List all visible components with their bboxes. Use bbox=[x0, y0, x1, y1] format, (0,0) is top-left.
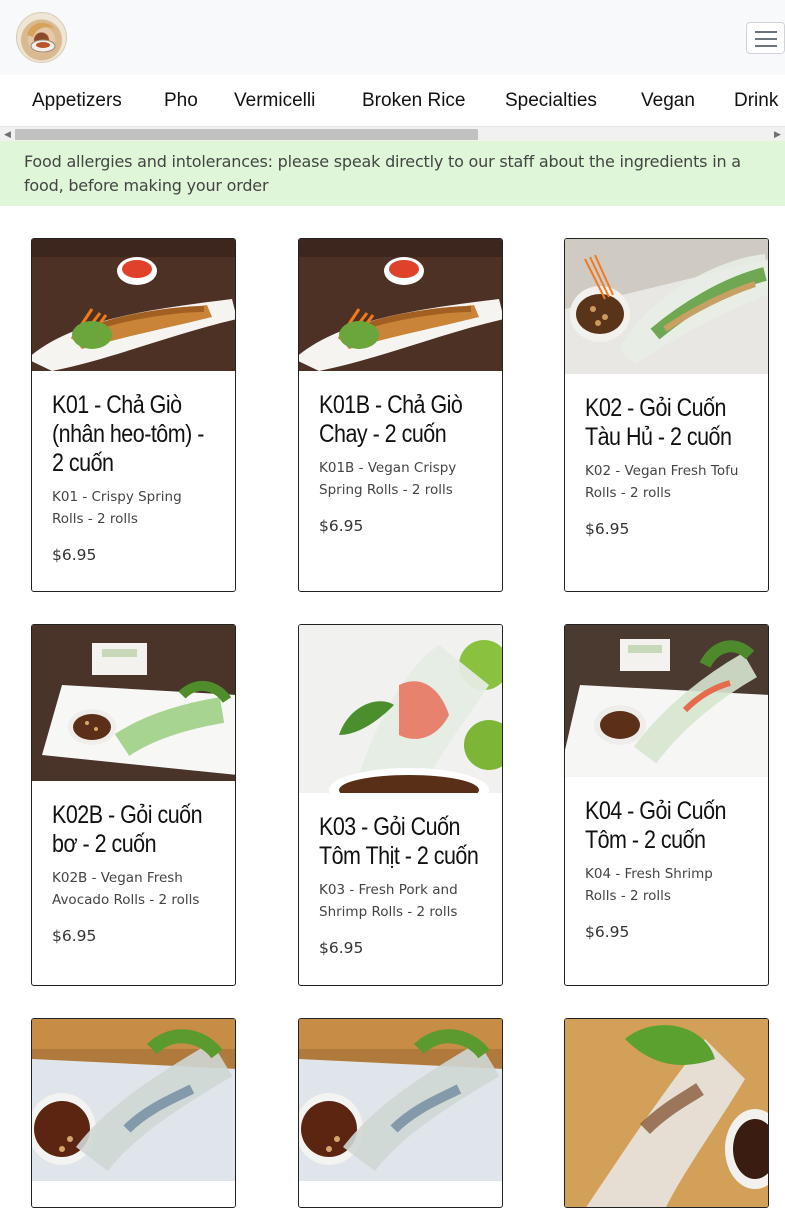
menu-card[interactable] bbox=[31, 1018, 236, 1208]
menu-card[interactable]: K03 - Gỏi Cuốn Tôm Thịt - 2 cuốn K03 - F… bbox=[298, 624, 503, 986]
hamburger-icon-line bbox=[755, 45, 777, 47]
food-image bbox=[32, 239, 235, 371]
menu-card[interactable]: K01 - Chả Giò (nhân heo-tôm) - 2 cuốn K0… bbox=[31, 238, 236, 592]
menu-card[interactable]: K02B - Gỏi cuốn bơ - 2 cuốn K02B - Vegan… bbox=[31, 624, 236, 986]
food-image bbox=[299, 1019, 502, 1181]
food-image bbox=[32, 1019, 235, 1181]
nav-item-specialties[interactable]: Specialties bbox=[505, 90, 597, 112]
allergy-notice: Food allergies and intolerances: please … bbox=[0, 141, 785, 206]
restaurant-logo[interactable] bbox=[16, 12, 67, 63]
menu-item-description: K04 - Fresh Shrimp Rolls - 2 rolls bbox=[585, 866, 713, 904]
food-image bbox=[32, 625, 235, 781]
menu-item-description: K01 - Crispy Spring Rolls - 2 rolls bbox=[52, 489, 182, 527]
menu-item-description: K02 - Vegan Fresh Tofu Rolls - 2 rolls bbox=[585, 463, 739, 501]
menu-card[interactable] bbox=[298, 1018, 503, 1208]
top-navbar bbox=[0, 0, 785, 75]
food-image bbox=[565, 239, 768, 374]
food-image bbox=[299, 239, 502, 371]
menu-item-price: $6.95 bbox=[319, 939, 364, 957]
category-nav: Appetizers Pho Vermicelli Broken Rice Sp… bbox=[0, 75, 785, 127]
nav-scrollbar[interactable]: ◀ ▶ bbox=[0, 126, 785, 141]
menu-item-description: K03 - Fresh Pork and Shrimp Rolls - 2 ro… bbox=[319, 882, 458, 920]
logo-art bbox=[27, 22, 56, 53]
nav-item-vermicelli[interactable]: Vermicelli bbox=[234, 90, 315, 112]
food-image bbox=[299, 625, 502, 793]
menu-card[interactable]: K02 - Gỏi Cuốn Tàu Hủ - 2 cuốn K02 - Veg… bbox=[564, 238, 769, 592]
food-image bbox=[565, 625, 768, 777]
nav-item-appetizers[interactable]: Appetizers bbox=[32, 90, 122, 112]
menu-item-description: K02B - Vegan Fresh Avocado Rolls - 2 rol… bbox=[52, 870, 200, 908]
nav-item-pho[interactable]: Pho bbox=[164, 90, 198, 112]
menu-item-title: K02 - Gỏi Cuốn Tàu Hủ - 2 cuốn bbox=[585, 394, 732, 451]
nav-item-broken-rice[interactable]: Broken Rice bbox=[362, 90, 466, 112]
hamburger-icon bbox=[755, 31, 777, 33]
menu-item-title: K03 - Gỏi Cuốn Tôm Thịt - 2 cuốn bbox=[319, 813, 479, 870]
scroll-left-icon[interactable]: ◀ bbox=[4, 129, 11, 140]
menu-item-title: K01B - Chả Giò Chay - 2 cuốn bbox=[319, 391, 463, 448]
menu-item-title: K04 - Gỏi Cuốn Tôm - 2 cuốn bbox=[585, 797, 726, 854]
scroll-right-icon[interactable]: ▶ bbox=[774, 129, 781, 140]
menu-item-title: K01 - Chả Giò (nhân heo-tôm) - 2 cuốn bbox=[52, 391, 204, 477]
menu-card[interactable]: K01B - Chả Giò Chay - 2 cuốn K01B - Vega… bbox=[298, 238, 503, 592]
menu-item-price: $6.95 bbox=[585, 520, 630, 538]
nav-item-drink[interactable]: Drink bbox=[734, 90, 778, 112]
menu-card[interactable] bbox=[564, 1018, 769, 1208]
nav-item-vegan[interactable]: Vegan bbox=[641, 90, 695, 112]
menu-item-price: $6.95 bbox=[52, 927, 97, 945]
hamburger-icon-line bbox=[755, 38, 777, 40]
menu-item-description: K01B - Vegan Crispy Spring Rolls - 2 rol… bbox=[319, 460, 457, 498]
hamburger-menu-button[interactable] bbox=[746, 22, 785, 54]
menu-item-price: $6.95 bbox=[319, 517, 364, 535]
menu-card[interactable]: K04 - Gỏi Cuốn Tôm - 2 cuốn K04 - Fresh … bbox=[564, 624, 769, 986]
menu-item-title: K02B - Gỏi cuốn bơ - 2 cuốn bbox=[52, 801, 203, 858]
scroll-thumb[interactable] bbox=[15, 129, 478, 140]
food-image bbox=[565, 1019, 768, 1207]
menu-item-price: $6.95 bbox=[52, 546, 97, 564]
menu-item-price: $6.95 bbox=[585, 923, 630, 941]
